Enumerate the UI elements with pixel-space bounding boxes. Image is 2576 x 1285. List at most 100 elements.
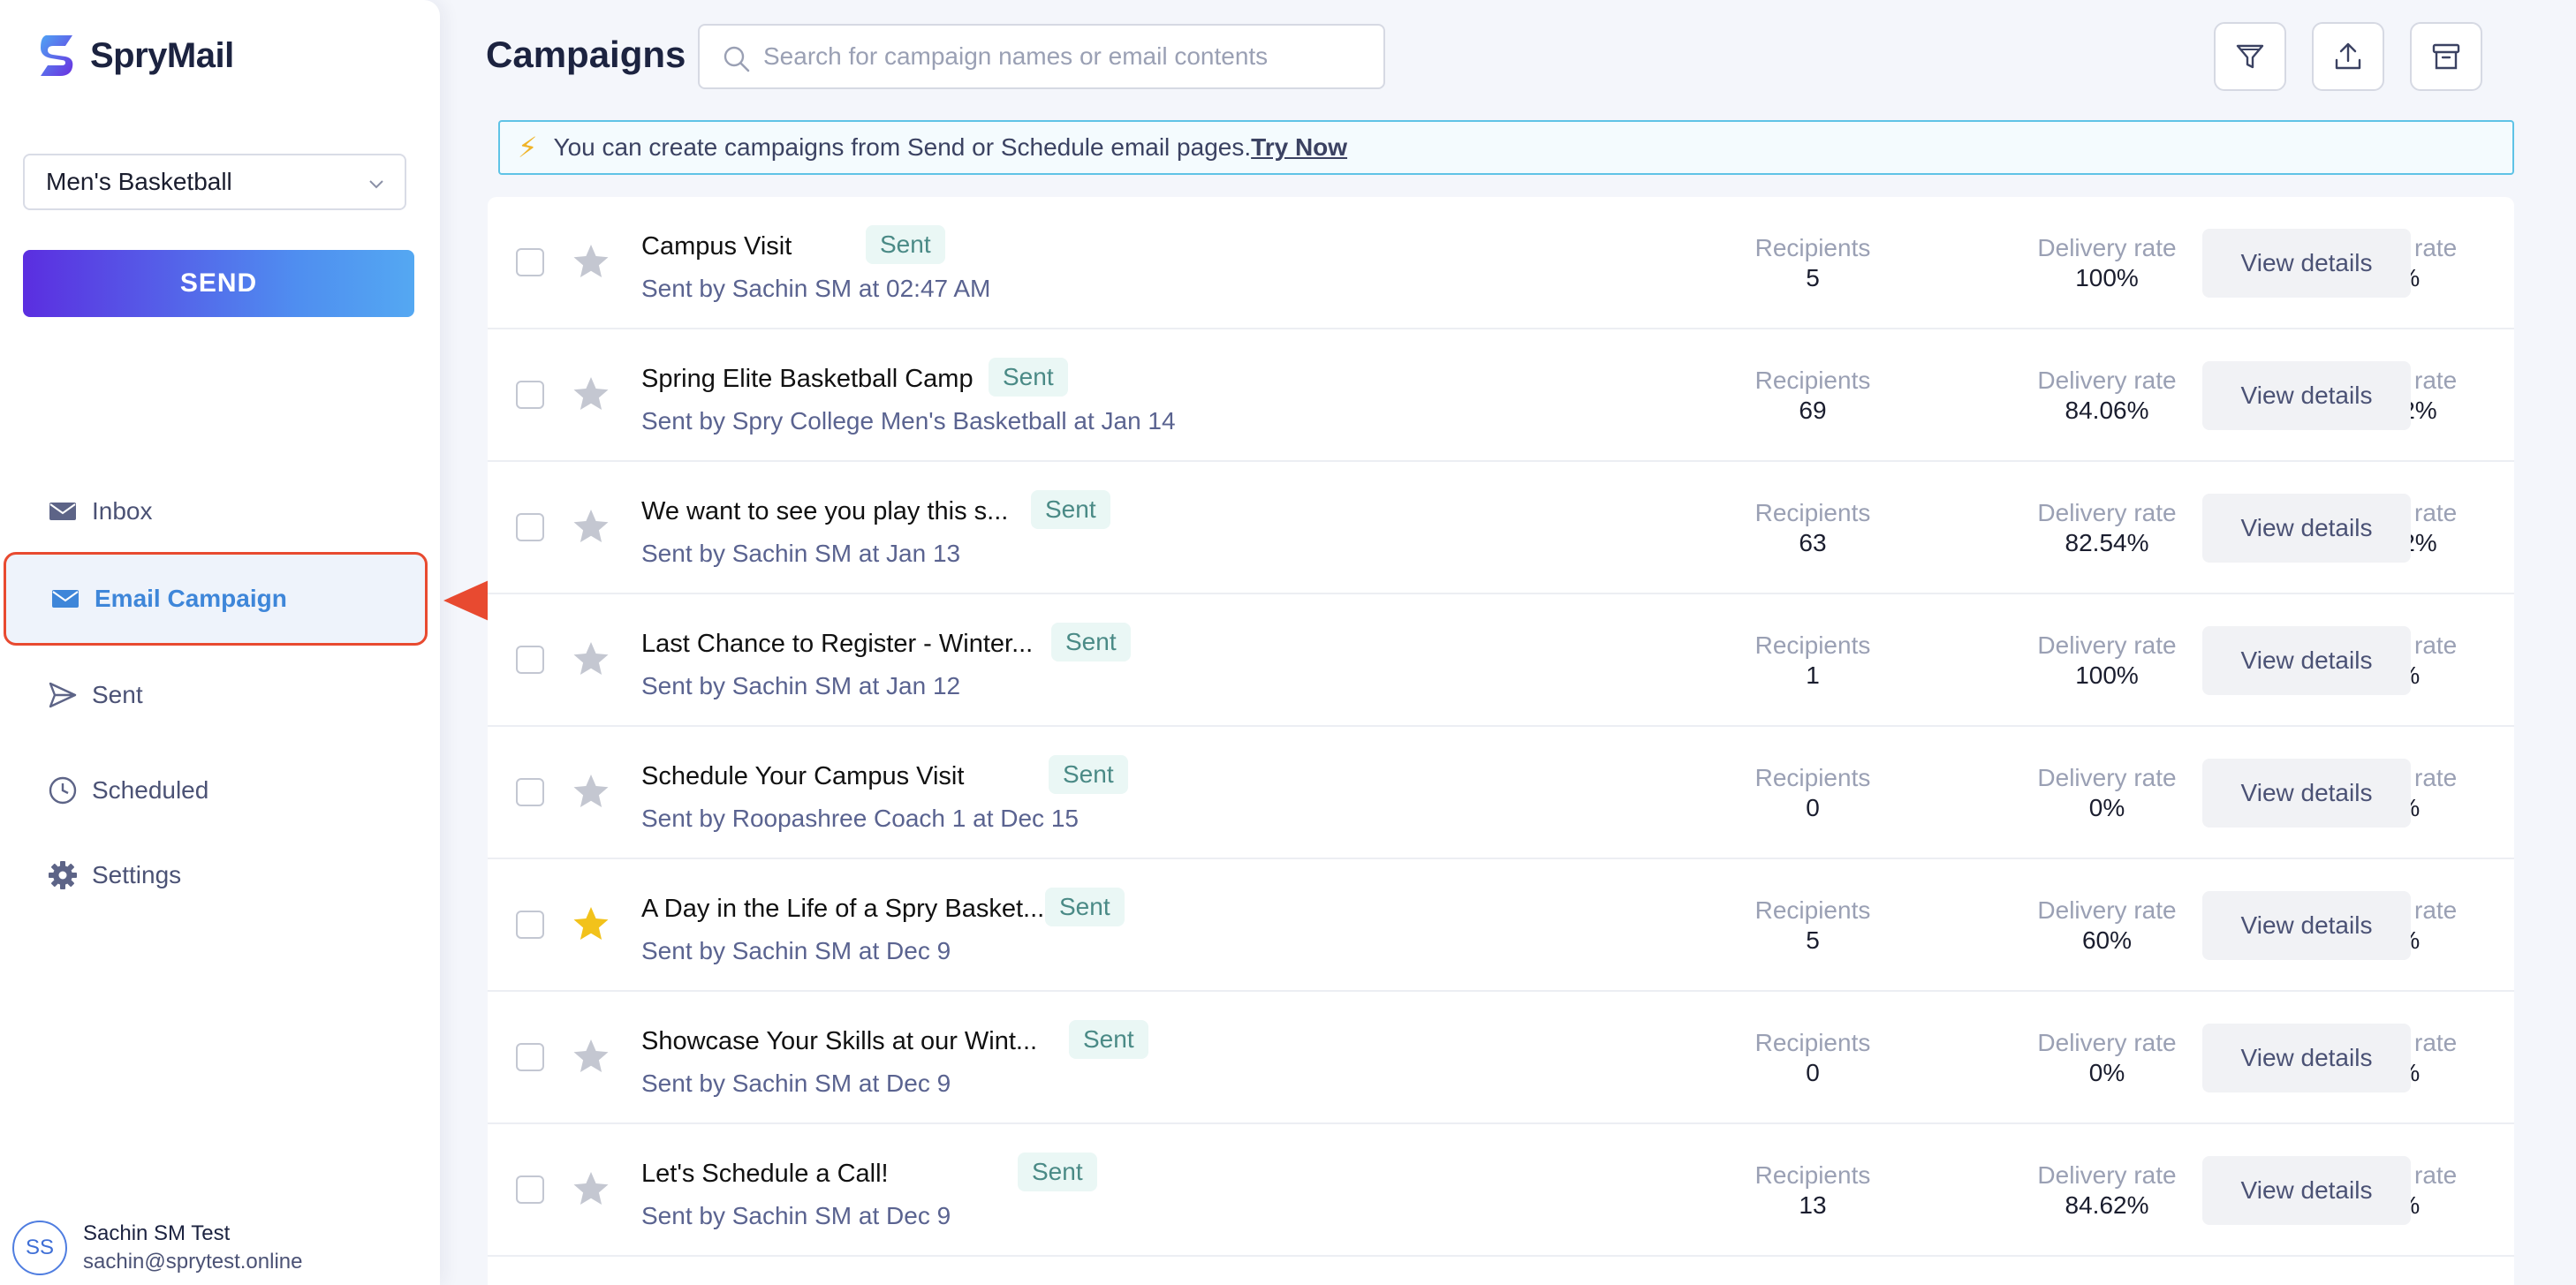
- delivery-rate-label: Delivery rate: [2037, 764, 2177, 791]
- view-details-button[interactable]: View details: [2202, 1156, 2411, 1225]
- campaign-row[interactable]: Schedule Your Campus Visit Sent Sent by …: [488, 727, 2514, 859]
- campaign-title[interactable]: Schedule Your Campus Visit: [641, 762, 964, 791]
- user-profile[interactable]: SS Sachin SM Test sachin@sprytest.online: [12, 1221, 302, 1275]
- star-icon[interactable]: [571, 771, 611, 812]
- row-checkbox[interactable]: [516, 1043, 544, 1071]
- brand-name: SpryMail: [90, 35, 234, 75]
- delivery-rate-metric: Delivery rate 0%: [1992, 764, 2222, 822]
- campaign-title[interactable]: Showcase Your Skills at our Wint...: [641, 1027, 1037, 1056]
- star-icon[interactable]: [571, 1168, 611, 1209]
- recipients-metric: Recipients 5: [1698, 234, 1928, 292]
- campaign-row[interactable]: Let's Schedule a Call! Sent Sent by Sach…: [488, 1124, 2514, 1257]
- row-checkbox[interactable]: [516, 248, 544, 276]
- row-checkbox[interactable]: [516, 381, 544, 409]
- team-select[interactable]: Men's Basketball: [23, 154, 406, 210]
- sidebar-item-settings[interactable]: Settings: [0, 844, 440, 906]
- star-icon[interactable]: [571, 374, 611, 414]
- recipients-value: 63: [1799, 529, 1827, 556]
- campaign-row[interactable]: We want to see you play this s... Sent S…: [488, 462, 2514, 594]
- star-icon[interactable]: [571, 639, 611, 679]
- gear-icon: [49, 861, 77, 889]
- recipients-label: Recipients: [1754, 499, 1871, 526]
- campaign-sender: Sent by Sachin SM at Jan 12: [641, 672, 961, 699]
- chevron-down-icon: [369, 180, 383, 189]
- filter-button[interactable]: [2214, 22, 2286, 91]
- view-details-button[interactable]: View details: [2202, 759, 2411, 828]
- view-details-button[interactable]: View details: [2202, 229, 2411, 298]
- recipients-label: Recipients: [1754, 1161, 1871, 1189]
- view-details-button[interactable]: View details: [2202, 891, 2411, 960]
- send-button[interactable]: SEND: [23, 250, 414, 317]
- export-button[interactable]: [2312, 22, 2384, 91]
- view-details-button[interactable]: View details: [2202, 1024, 2411, 1092]
- view-details-button[interactable]: View details: [2202, 361, 2411, 430]
- delivery-rate-metric: Delivery rate 84.06%: [1992, 367, 2222, 425]
- view-details-button[interactable]: View details: [2202, 494, 2411, 563]
- delivery-rate-metric: Delivery rate 100%: [1992, 631, 2222, 690]
- sidebar-item-label: Email Campaign: [95, 585, 287, 612]
- recipients-value: 13: [1799, 1191, 1827, 1219]
- star-icon[interactable]: [571, 1036, 611, 1077]
- campaign-row[interactable]: A Day in the Life of a Spry Basket... Se…: [488, 859, 2514, 992]
- archive-button[interactable]: [2410, 22, 2482, 91]
- campaign-title[interactable]: Last Chance to Register - Winter...: [641, 630, 1033, 659]
- campaign-row[interactable]: Campus Visit Sent Sent by Sachin SM at 0…: [488, 197, 2514, 329]
- delivery-rate-label: Delivery rate: [2037, 631, 2177, 659]
- row-checkbox[interactable]: [516, 1175, 544, 1204]
- archive-icon: [2432, 43, 2460, 70]
- delivery-rate-label: Delivery rate: [2037, 499, 2177, 526]
- recipients-metric: Recipients 1: [1698, 631, 1928, 690]
- sidebar-item-sent[interactable]: Sent: [0, 664, 440, 726]
- status-badge: Sent: [1069, 1020, 1148, 1059]
- campaign-row[interactable]: Showcase Your Skills at our Wint... Sent…: [488, 992, 2514, 1124]
- status-badge: Sent: [866, 225, 945, 264]
- star-icon[interactable]: [571, 506, 611, 547]
- recipients-metric: Recipients 0: [1698, 764, 1928, 822]
- star-filled-icon[interactable]: [571, 903, 611, 944]
- row-checkbox[interactable]: [516, 646, 544, 674]
- sidebar-item-email-campaign[interactable]: Email Campaign: [4, 552, 428, 646]
- campaign-row[interactable]: Spring Elite Basketball Camp Sent Sent b…: [488, 329, 2514, 462]
- upload-icon: [2335, 42, 2361, 70]
- status-badge: Sent: [1045, 888, 1125, 926]
- campaign-title[interactable]: A Day in the Life of a Spry Basket...: [641, 895, 1044, 924]
- campaign-sender: Sent by Sachin SM at Dec 9: [641, 1202, 951, 1229]
- delivery-rate-value: 100%: [2075, 661, 2139, 689]
- recipients-label: Recipients: [1754, 1029, 1871, 1056]
- delivery-rate-value: 0%: [2088, 1059, 2125, 1086]
- sidebar-item-inbox[interactable]: Inbox: [0, 480, 440, 542]
- delivery-rate-metric: Delivery rate 82.54%: [1992, 499, 2222, 557]
- brand[interactable]: SpryMail: [37, 32, 234, 79]
- row-checkbox[interactable]: [516, 778, 544, 806]
- sidebar-item-label: Scheduled: [92, 776, 209, 804]
- row-checkbox[interactable]: [516, 513, 544, 541]
- recipients-label: Recipients: [1754, 764, 1871, 791]
- campaign-sender: Sent by Sachin SM at Jan 13: [641, 540, 961, 567]
- avatar: SS: [12, 1221, 67, 1275]
- recipients-metric: Recipients 69: [1698, 367, 1928, 425]
- delivery-rate-label: Delivery rate: [2037, 367, 2177, 394]
- sidebar-item-label: Settings: [92, 861, 182, 888]
- search-input[interactable]: [763, 42, 1364, 71]
- campaign-title[interactable]: Let's Schedule a Call!: [641, 1160, 889, 1189]
- campaign-title[interactable]: Campus Visit: [641, 232, 792, 261]
- sidebar-item-scheduled[interactable]: Scheduled: [0, 760, 440, 821]
- delivery-rate-label: Delivery rate: [2037, 1029, 2177, 1056]
- recipients-metric: Recipients 63: [1698, 499, 1928, 557]
- star-icon[interactable]: [571, 241, 611, 282]
- delivery-rate-value: 84.06%: [2065, 397, 2149, 424]
- recipients-metric: Recipients 0: [1698, 1029, 1928, 1087]
- delivery-rate-metric: Delivery rate 100%: [1992, 234, 2222, 292]
- try-now-link[interactable]: Try Now: [1251, 133, 1347, 162]
- delivery-rate-value: 100%: [2075, 264, 2139, 291]
- user-email: sachin@sprytest.online: [83, 1250, 303, 1274]
- campaign-title[interactable]: We want to see you play this s...: [641, 497, 1008, 526]
- view-details-button[interactable]: View details: [2202, 626, 2411, 695]
- app: SpryMail Men's Basketball SEND Inbox Ema…: [0, 0, 2576, 1285]
- delivery-rate-metric: Delivery rate 60%: [1992, 896, 2222, 955]
- campaign-row[interactable]: Last Chance to Register - Winter... Sent…: [488, 594, 2514, 727]
- status-badge: Sent: [1018, 1153, 1097, 1191]
- mail-icon: [49, 503, 76, 520]
- campaign-title[interactable]: Spring Elite Basketball Camp: [641, 365, 974, 394]
- row-checkbox[interactable]: [516, 911, 544, 939]
